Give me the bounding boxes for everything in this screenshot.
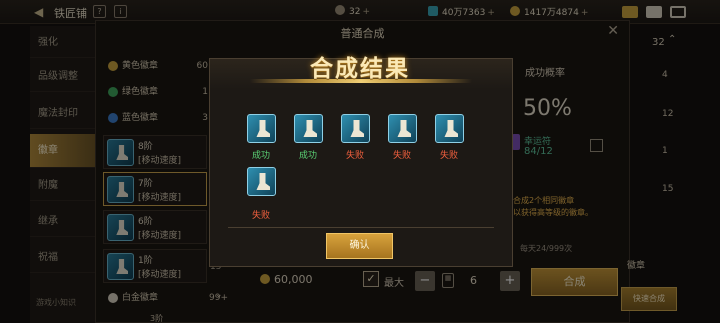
result-label: 成功 [251,151,270,161]
result-boot-badge-icon [388,114,417,143]
result-label: 失败 [251,211,270,221]
result-label: 成功 [298,151,317,161]
result-label: 失败 [439,151,458,161]
modal-divider [228,227,494,228]
result-title: 合成结果 [310,56,410,82]
confirm-button[interactable]: 确认 [326,233,393,259]
result-boot-badge-icon [435,114,464,143]
result-label: 失败 [345,151,364,161]
result-boot-badge-icon [341,114,370,143]
result-label: 失败 [392,151,411,161]
result-boot-badge-icon [294,114,323,143]
result-boot-badge-icon [247,114,276,143]
result-boot-badge-icon [247,167,276,196]
